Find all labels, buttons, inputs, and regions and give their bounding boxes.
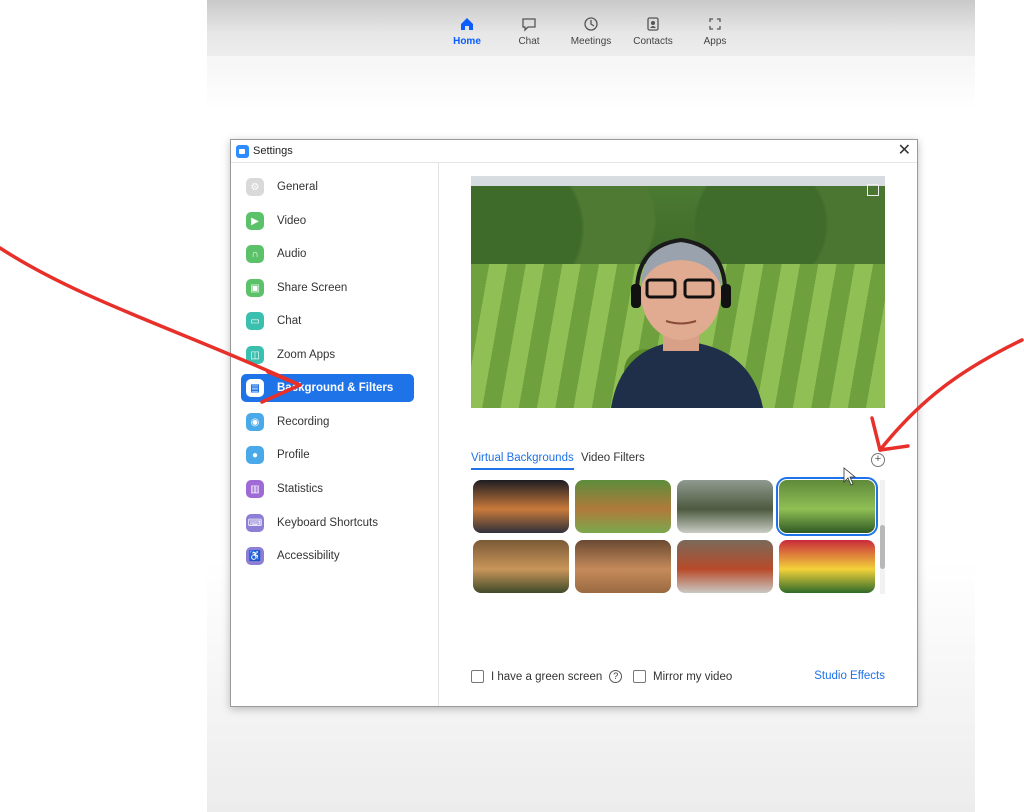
green-screen-label: I have a green screen — [491, 670, 603, 683]
video-preview — [471, 176, 885, 408]
sidebar-item-statistics[interactable]: ▥ Statistics — [241, 475, 414, 503]
background-thumbnail-dog-autumn[interactable] — [473, 540, 569, 593]
mirror-video-checkbox[interactable] — [633, 670, 646, 683]
close-button[interactable]: ✕ — [898, 142, 911, 160]
sidebar-item-video[interactable]: ▶ Video — [241, 207, 414, 235]
tab-virtual-backgrounds[interactable]: Virtual Backgrounds — [471, 452, 574, 470]
sidebar-item-label: Share Screen — [277, 282, 348, 294]
sidebar-item-label: General — [277, 181, 318, 193]
sidebar-item-accessibility[interactable]: ♿ Accessibility — [241, 542, 414, 570]
sidebar-item-background-filters[interactable]: ▤ Background & Filters — [241, 374, 414, 402]
chat-bubble-icon — [522, 18, 536, 32]
sidebar-item-zoom-apps[interactable]: ◫ Zoom Apps — [241, 341, 414, 369]
sidebar-item-audio[interactable]: ∩ Audio — [241, 240, 414, 268]
scrollbar-thumb[interactable] — [880, 525, 885, 569]
contacts-icon — [647, 17, 659, 31]
add-background-button[interactable]: + — [871, 453, 885, 467]
sidebar-item-label: Zoom Apps — [277, 349, 336, 361]
home-icon — [461, 18, 473, 30]
sidebar-item-label: Chat — [277, 315, 302, 327]
bottom-options: I have a green screen ? Mirror my video … — [471, 670, 885, 686]
nav-label: Apps — [703, 36, 727, 47]
apps-icon: ◫ — [246, 346, 264, 364]
person-in-preview — [611, 237, 763, 408]
statistics-icon: ▥ — [246, 480, 264, 498]
zoom-logo-icon — [236, 144, 249, 158]
sidebar-item-label: Audio — [277, 248, 307, 260]
record-icon: ◉ — [246, 413, 264, 431]
green-screen-checkbox[interactable] — [471, 670, 484, 683]
nav-chat[interactable]: Chat — [498, 16, 560, 47]
settings-sidebar: ⚙ General ▶ Video ∩ Audio ▣ Share Screen… — [231, 163, 439, 706]
clock-icon — [584, 17, 598, 31]
studio-effects-link[interactable]: Studio Effects — [814, 670, 885, 682]
sidebar-item-keyboard-shortcuts[interactable]: ⌨ Keyboard Shortcuts — [241, 509, 414, 537]
keyboard-icon: ⌨ — [246, 514, 264, 532]
background-thumbnail-flowers[interactable] — [779, 540, 875, 593]
background-thumbnail-grid — [473, 477, 878, 595]
title-bar: Settings ✕ — [231, 140, 917, 163]
thumbnail-scrollbar[interactable] — [880, 480, 885, 594]
gear-icon: ⚙ — [246, 178, 264, 196]
nav-label: Home — [453, 36, 481, 47]
background-thumbnail-village-houses[interactable] — [677, 480, 773, 533]
sidebar-item-label: Background & Filters — [277, 382, 394, 394]
top-navigation: Home Chat Meetings Contacts Apps — [207, 0, 975, 56]
window-title: Settings — [253, 145, 293, 157]
sidebar-item-share-screen[interactable]: ▣ Share Screen — [241, 274, 414, 302]
apps-icon — [709, 18, 721, 30]
nav-apps[interactable]: Apps — [684, 16, 746, 47]
background-thumbnail-dogs-closeup[interactable] — [575, 540, 671, 593]
sidebar-item-recording[interactable]: ◉ Recording — [241, 408, 414, 436]
mirror-option: Mirror my video — [633, 670, 732, 683]
tab-video-filters[interactable]: Video Filters — [581, 452, 645, 468]
nav-home[interactable]: Home — [436, 16, 498, 47]
nav-label: Chat — [518, 36, 540, 47]
sidebar-item-label: Accessibility — [277, 550, 340, 562]
nav-meetings[interactable]: Meetings — [560, 16, 622, 47]
nav-contacts[interactable]: Contacts — [622, 16, 684, 47]
sidebar-item-label: Video — [277, 215, 307, 227]
nav-label: Meetings — [570, 36, 612, 47]
sidebar-item-general[interactable]: ⚙ General — [241, 173, 414, 201]
sidebar-item-label: Keyboard Shortcuts — [277, 517, 379, 529]
chat-icon: ▭ — [246, 312, 264, 330]
sidebar-item-profile[interactable]: ● Profile — [241, 441, 414, 469]
video-camera-icon: ▶ — [246, 212, 264, 230]
background-thumbnail-striped-lawn[interactable] — [776, 477, 878, 536]
background-thumbnail-train-station[interactable] — [677, 540, 773, 593]
background-thumbnail-dog-on-grass[interactable] — [575, 480, 671, 533]
green-screen-option: I have a green screen ? — [471, 670, 623, 683]
profile-icon: ● — [246, 446, 264, 464]
nav-label: Contacts — [633, 36, 673, 47]
sidebar-item-label: Statistics — [277, 483, 324, 495]
accessibility-icon: ♿ — [246, 547, 264, 565]
share-screen-icon: ▣ — [246, 279, 264, 297]
mirror-video-label: Mirror my video — [653, 670, 733, 683]
person-background-icon: ▤ — [246, 379, 264, 397]
expand-preview-icon[interactable] — [867, 184, 879, 196]
help-icon[interactable]: ? — [609, 670, 623, 683]
sidebar-item-label: Profile — [277, 449, 310, 461]
sidebar-item-label: Recording — [277, 416, 330, 428]
background-thumbnail-sunset-sea[interactable] — [473, 480, 569, 533]
headphones-icon: ∩ — [246, 245, 264, 263]
settings-window: Settings ✕ ⚙ General ▶ Video ∩ Audio ▣ S… — [230, 139, 918, 707]
sidebar-item-chat[interactable]: ▭ Chat — [241, 307, 414, 335]
